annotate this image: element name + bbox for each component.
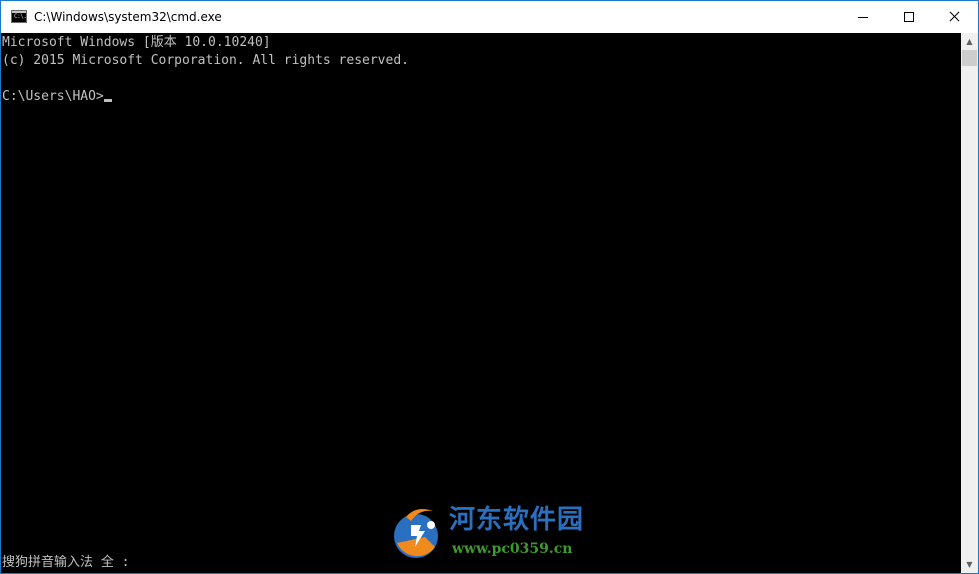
scroll-down-arrow-icon[interactable]: ▼ — [961, 556, 978, 573]
window-title: C:\Windows\system32\cmd.exe — [34, 10, 222, 24]
command-prompt: C:\Users\HAO> — [2, 89, 104, 104]
command-prompt-line[interactable]: C:\Users\HAO> — [2, 88, 112, 106]
watermark-site-name: 河东软件园 — [449, 505, 585, 535]
console-line-version: Microsoft Windows [版本 10.0.10240] — [2, 35, 271, 50]
text-cursor — [103, 99, 112, 102]
console-line-copyright: (c) 2015 Microsoft Corporation. All righ… — [2, 53, 409, 68]
ime-status-bar: 搜狗拼音输入法 全 : — [2, 555, 130, 570]
watermark-site-url: www.pc0359.cn — [452, 541, 573, 557]
cmd-window: C:\. C:\Windows\system32\cmd.exe Microso… — [0, 0, 979, 574]
minimize-button[interactable] — [840, 1, 886, 33]
scrollbar-thumb[interactable] — [962, 50, 977, 66]
maximize-button[interactable] — [886, 1, 932, 33]
scroll-up-arrow-icon[interactable]: ▲ — [961, 33, 978, 50]
title-bar[interactable]: C:\. C:\Windows\system32\cmd.exe — [1, 1, 978, 33]
close-button[interactable] — [932, 1, 978, 33]
site-watermark: 河东软件园 www.pc0359.cn — [389, 501, 599, 561]
watermark-logo-icon — [394, 509, 438, 558]
vertical-scrollbar[interactable]: ▲ ▼ — [961, 33, 978, 573]
console-output[interactable]: Microsoft Windows [版本 10.0.10240] (c) 20… — [1, 33, 961, 573]
console-app-icon[interactable]: C:\. — [11, 10, 27, 23]
